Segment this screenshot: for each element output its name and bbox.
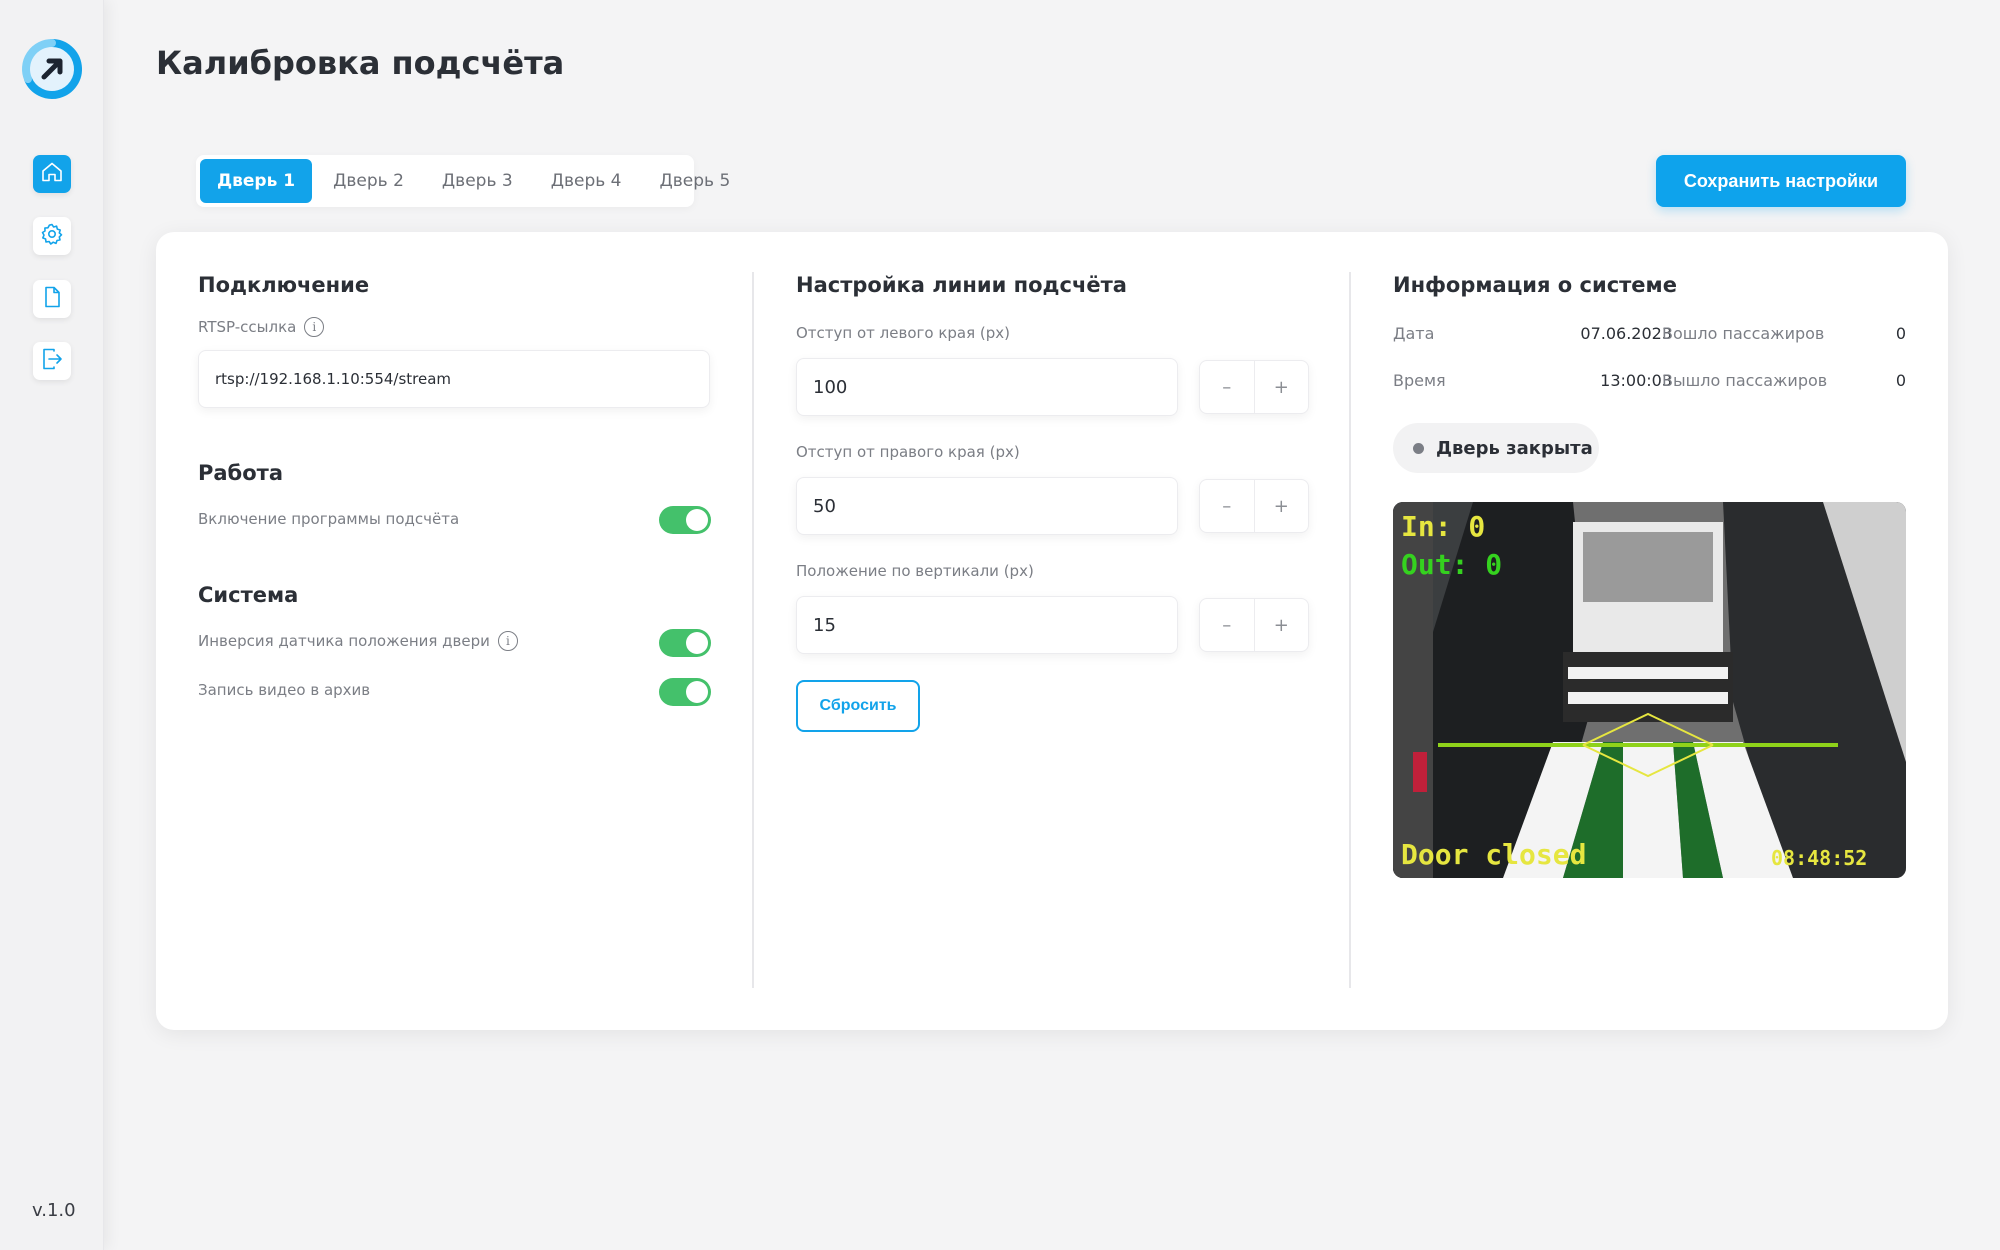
tab-door-1[interactable]: Дверь 1	[200, 159, 313, 203]
nav-home-button[interactable]	[33, 155, 71, 193]
rtsp-label-text: RTSP-ссылка	[198, 318, 297, 336]
camera-in-counter: In: 0	[1401, 510, 1486, 543]
passengers-out-value: 0	[1895, 371, 1906, 390]
work-title: Работа	[198, 461, 283, 485]
app-version: v.1.0	[32, 1200, 76, 1221]
connection-title: Подключение	[198, 273, 370, 297]
tab-door-2[interactable]: Дверь 2	[316, 159, 421, 203]
tab-door-4[interactable]: Дверь 4	[534, 159, 639, 203]
status-dot	[1413, 442, 1424, 454]
left-offset-label: Отступ от левого края (px)	[796, 324, 1010, 342]
nav-documents-button[interactable]	[33, 280, 71, 318]
home-icon	[40, 160, 64, 188]
time-value: 13:00:03	[1600, 371, 1672, 390]
tab-door-3[interactable]: Дверь 3	[425, 159, 530, 203]
right-offset-input[interactable]: 50	[796, 477, 1178, 535]
date-label: Дата	[1393, 324, 1435, 343]
counting-toggle-label: Включение программы подсчёта	[198, 510, 460, 528]
sidebar: v.1.0	[0, 0, 104, 1250]
right-offset-label: Отступ от правого края (px)	[796, 443, 1020, 461]
decrement-button[interactable]: –	[1200, 480, 1254, 532]
counting-toggle[interactable]	[659, 506, 711, 534]
date-value: 07.06.2023	[1580, 324, 1672, 343]
document-icon	[40, 285, 64, 313]
camera-door-status: Door closed	[1401, 838, 1587, 871]
nav-settings-button[interactable]	[33, 217, 71, 255]
increment-button[interactable]: +	[1253, 361, 1309, 413]
line-settings-title: Настройка линии подсчёта	[796, 273, 1127, 297]
inversion-label: Инверсия датчика положения двери i	[198, 631, 518, 651]
app-logo	[20, 37, 84, 101]
door-tabs: Дверь 1 Дверь 2 Дверь 3 Дверь 4 Дверь 5	[196, 155, 730, 207]
column-divider	[1349, 272, 1351, 988]
vertical-position-stepper: – +	[1199, 598, 1309, 652]
logout-icon	[40, 347, 64, 375]
rtsp-label: RTSP-ссылка i	[198, 317, 325, 337]
camera-preview: In: 0 Out: 0 Door closed 08:48:52	[1393, 502, 1906, 878]
gear-icon	[40, 222, 64, 250]
tab-door-5[interactable]: Дверь 5	[642, 159, 747, 203]
decrement-button[interactable]: –	[1200, 599, 1254, 651]
vertical-position-input[interactable]: 15	[796, 596, 1178, 654]
column-divider	[752, 272, 754, 988]
left-offset-input[interactable]: 100	[796, 358, 1178, 416]
inversion-label-text: Инверсия датчика положения двери	[198, 632, 490, 650]
settings-card: Подключение RTSP-ссылка i rtsp://192.168…	[156, 232, 1948, 1030]
nav-logout-button[interactable]	[33, 342, 71, 380]
passengers-in-value: 0	[1895, 324, 1906, 343]
decrement-button[interactable]: –	[1200, 361, 1254, 413]
system-info-title: Информация о системе	[1393, 273, 1677, 297]
increment-button[interactable]: +	[1253, 599, 1309, 651]
inversion-toggle[interactable]	[659, 629, 711, 657]
right-offset-stepper: – +	[1199, 479, 1309, 533]
camera-timestamp: 08:48:52	[1771, 846, 1868, 870]
door-status-text: Дверь закрыта	[1436, 437, 1593, 459]
page-title: Калибровка подсчёта	[156, 44, 565, 82]
reset-button[interactable]: Сбросить	[796, 680, 920, 732]
info-icon[interactable]: i	[497, 631, 518, 651]
increment-button[interactable]: +	[1253, 480, 1309, 532]
door-status-badge: Дверь закрыта	[1393, 423, 1599, 473]
record-toggle[interactable]	[659, 678, 711, 706]
time-label: Время	[1393, 371, 1446, 390]
camera-out-counter: Out: 0	[1401, 548, 1503, 581]
left-offset-stepper: – +	[1199, 360, 1309, 414]
info-icon[interactable]: i	[304, 317, 325, 337]
rtsp-input[interactable]: rtsp://192.168.1.10:554/stream	[198, 350, 710, 408]
save-settings-button[interactable]: Сохранить настройки	[1656, 155, 1906, 207]
vertical-position-label: Положение по вертикали (px)	[796, 562, 1034, 580]
record-label: Запись видео в архив	[198, 681, 371, 699]
passengers-in-label: Вошло пассажиров	[1662, 324, 1825, 343]
passengers-out-label: Вышло пассажиров	[1662, 371, 1828, 390]
system-title: Система	[198, 583, 299, 607]
